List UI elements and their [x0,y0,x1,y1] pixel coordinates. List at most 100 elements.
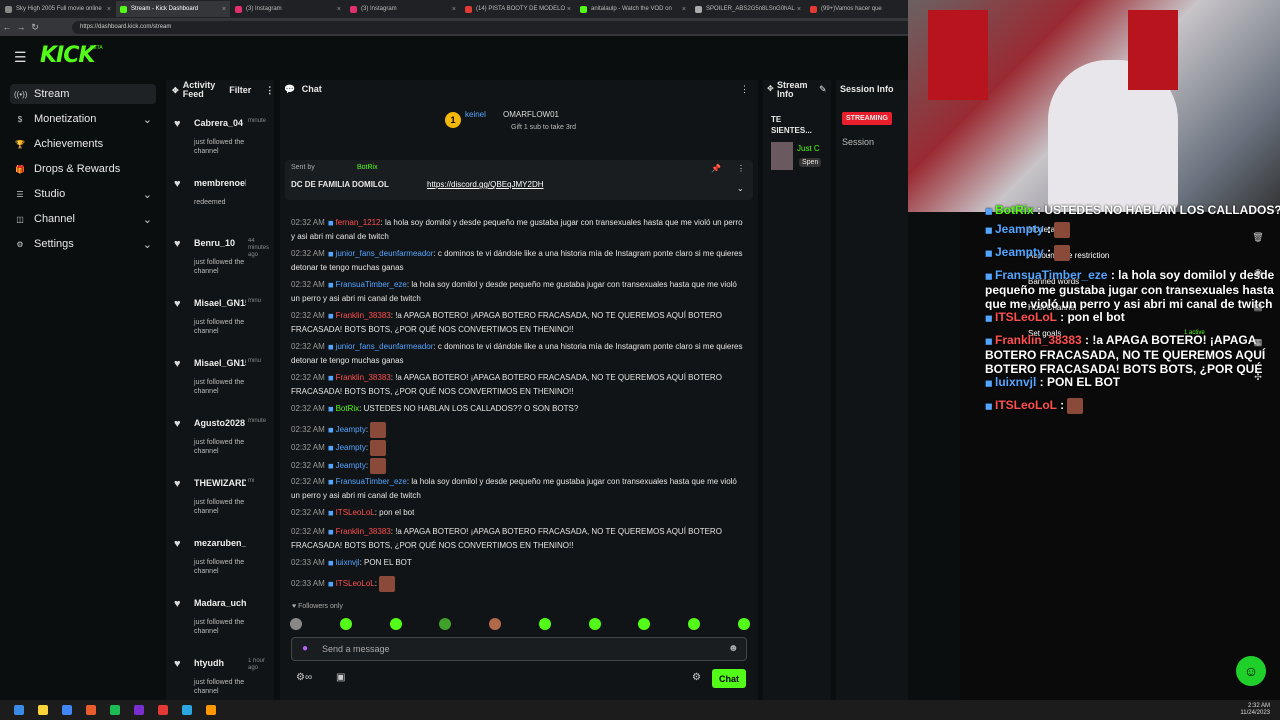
app-icon-3[interactable] [158,705,168,715]
windows-start-icon[interactable] [14,705,24,715]
reload-icon[interactable]: ↻ [28,22,42,33]
trash-icon[interactable]: 🗑 [1248,220,1268,255]
support-chat-icon[interactable]: ☺ [1236,656,1266,686]
chat-settings-icon[interactable]: ⚙ [692,672,701,683]
sidebar-item-channel[interactable]: ◫ Channel ⌄ [10,209,156,229]
chat-username[interactable]: ITSLeoLoL [336,508,375,517]
sidebar-item-settings[interactable]: ⚙ Settings ⌄ [10,234,156,254]
address-bar[interactable]: https://dashboard.kick.com/stream [72,20,932,34]
follower-name[interactable]: mezaruben_davi [194,538,246,548]
mic-icon[interactable]: ● [302,643,308,654]
emoji-icon[interactable]: ☻ [728,643,739,654]
close-icon[interactable]: × [337,6,341,13]
menu-icon[interactable]: ☰ [14,49,28,66]
sidebar-item-drops-rewards[interactable]: 🎁 Drops & Rewards [10,159,156,179]
sidebar-item-achievements[interactable]: 🏆 Achievements [10,134,156,154]
kick-logo[interactable]: KICK [40,43,95,68]
emote-icon[interactable] [439,618,452,630]
browser-tab[interactable]: (3) Instagram × [346,1,460,17]
follower-name[interactable]: htyudh [194,658,246,668]
filter-button[interactable]: Filter [229,85,251,95]
close-icon[interactable]: × [222,6,226,13]
emote-icon[interactable] [389,618,402,630]
file-explorer-icon[interactable] [38,705,48,715]
chat-input[interactable]: ● Send a message ☻ [291,637,747,661]
obs-icon[interactable] [134,705,144,715]
edit-icon[interactable]: ✎ [819,84,827,95]
follower-name[interactable]: THEWIZARD_X [194,478,246,488]
collapse-icon[interactable]: ⌄ [737,184,744,193]
chat-username[interactable]: Jeampty [336,443,366,452]
chat-username[interactable]: luixnvjl [336,558,360,567]
chat-username[interactable]: FransuaTimber_eze [336,477,407,486]
gift-cta[interactable]: Gift 1 sub to take 3rd [511,124,576,131]
follower-name[interactable]: Misael_GN15 [194,358,246,368]
browser-tab[interactable]: (3) Instagram × [231,1,345,17]
app-icon-2[interactable] [110,705,120,715]
chat-username[interactable]: junior_fans_deunfarmeador [336,342,434,351]
follower-name[interactable]: Benru_10 [194,238,246,248]
chat-send-button[interactable]: Chat [712,669,746,688]
sidebar-item-studio[interactable]: ☰ Studio ⌄ [10,184,156,204]
emote-icon[interactable] [638,618,651,630]
grid-icon[interactable]: ▦ [1248,325,1268,360]
app-icon-5[interactable] [206,705,216,715]
chat-username[interactable]: junior_fans_deunfarmeador [336,249,434,258]
pin-icon[interactable]: 📌 [711,164,721,173]
category-label[interactable]: Just C [797,144,820,153]
chat-username[interactable]: fernan_1212 [336,218,381,227]
follower-name[interactable]: Madara_uchija12 [194,598,246,608]
chevron-down-icon[interactable]: ⌄ [143,113,152,126]
chat-tools-icon[interactable]: ⚙∞ [296,672,312,683]
browser-tab[interactable]: Sky High 2005 Full movie online × [1,1,115,17]
sidebar-item-stream[interactable]: ((•)) Stream [10,84,156,104]
chrome-icon[interactable] [62,705,72,715]
browser-tab[interactable]: (99+)Vamos hacer que× [806,1,920,17]
back-icon[interactable]: ← [0,22,14,32]
close-icon[interactable]: × [452,6,456,13]
chat-username[interactable]: Franklin_38383 [336,373,391,382]
pin-options-icon[interactable]: ⋮ [737,164,745,173]
emote-icon[interactable] [538,618,551,630]
chevron-down-icon[interactable]: ⌄ [143,238,152,251]
chat-options-icon[interactable]: ⋮ [740,84,749,95]
chat-username[interactable]: Franklin_38383 [336,527,391,536]
app-icon[interactable] [86,705,96,715]
app-icon-4[interactable] [182,705,192,715]
drag-icon[interactable]: ✥ [767,84,774,93]
browser-tab[interactable]: (14) PISTA BOOTY DE MODELO × [461,1,575,17]
follower-name[interactable]: Agusto2028 [194,418,246,428]
follower-name[interactable]: Misael_GN15 [194,298,246,308]
emote-icon[interactable] [688,618,701,630]
emote-icon[interactable] [737,618,750,630]
browser-tab[interactable]: anitalaulp - Watch the VOD on × [576,1,690,17]
emote-icon[interactable] [290,618,302,630]
system-clock[interactable]: 2:32 AM 11/24/2023 [1240,703,1270,717]
chevron-down-icon[interactable]: ⌄ [143,213,152,226]
drag-icon[interactable]: ✥ [172,86,179,95]
forward-icon[interactable]: → [14,22,28,32]
browser-tab[interactable]: SPOILER_ABS2G5n8LSnG0hAL × [691,1,805,17]
chevron-down-icon[interactable]: ⌄ [143,188,152,201]
follower-name[interactable]: membrenoelmeji [194,178,246,188]
chat-username[interactable]: Franklin_38383 [336,311,391,320]
close-icon[interactable]: × [682,6,686,13]
chat-username[interactable]: ITSLeoLoL [336,579,375,588]
shop-icon[interactable]: ▣ [336,672,345,683]
browser-tab[interactable]: Stream - Kick Dashboard × [116,1,230,17]
sidebar-item-monetization[interactable]: $ Monetization ⌄ [10,109,156,129]
emote-icon[interactable] [339,618,352,630]
close-icon[interactable]: × [567,6,571,13]
close-icon[interactable]: × [107,6,111,13]
chat-icon[interactable]: ◉ [1248,255,1268,290]
emote-icon[interactable] [588,618,601,630]
emote-icon[interactable] [489,618,502,630]
more-options-icon[interactable]: ⋮ [265,85,274,96]
close-icon[interactable]: × [797,6,801,13]
chat-username[interactable]: FransuaTimber_eze [336,280,407,289]
pinned-link[interactable]: https://discord.gg/QBEqJMY2DH [427,180,544,189]
chat-username[interactable]: Jeampty [336,425,366,434]
follower-name[interactable]: Cabrera_04 [194,118,246,128]
chat-username[interactable]: BotRix [336,404,360,413]
chat-username[interactable]: Jeampty [336,461,366,470]
